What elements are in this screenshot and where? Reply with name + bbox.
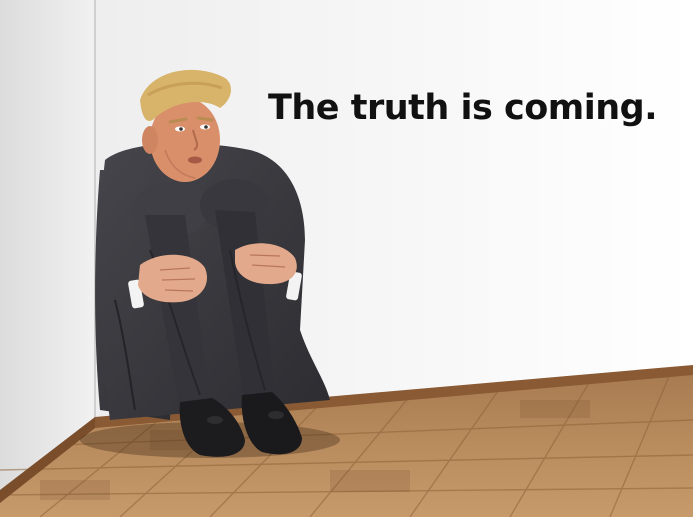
ear xyxy=(142,126,158,154)
caption-text: The truth is coming. xyxy=(268,88,658,128)
left-hand xyxy=(138,254,208,303)
mouth xyxy=(188,156,202,164)
meme-image: The truth is coming. xyxy=(0,0,693,517)
left-wall xyxy=(0,0,95,500)
scene-illustration xyxy=(0,0,693,517)
